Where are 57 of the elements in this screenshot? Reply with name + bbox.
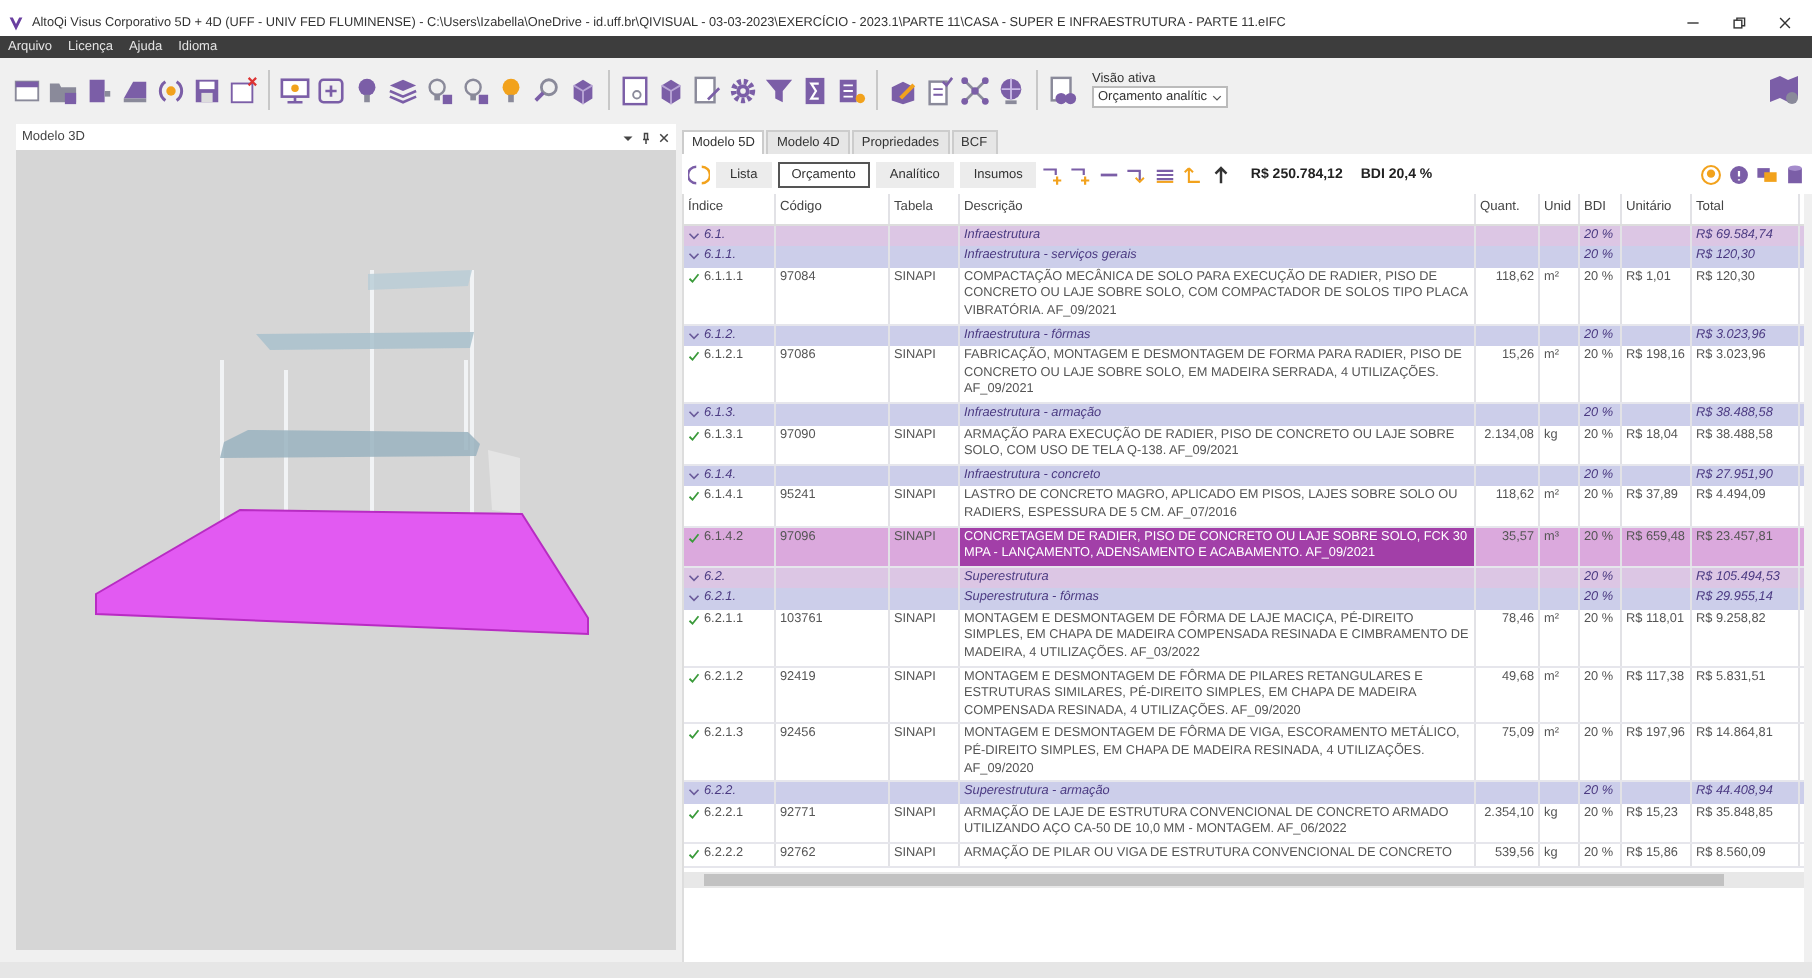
cube-icon[interactable] <box>568 75 598 105</box>
check-icon[interactable] <box>688 671 700 684</box>
chevron-down-icon[interactable] <box>688 329 700 342</box>
info-icon[interactable] <box>1728 163 1750 185</box>
document-icon[interactable] <box>1048 75 1078 105</box>
monitor-icon[interactable] <box>1756 163 1778 185</box>
chevron-down-icon[interactable] <box>688 592 700 605</box>
sum-icon[interactable] <box>800 75 830 105</box>
chevron-down-icon[interactable] <box>688 786 700 799</box>
globe-icon[interactable] <box>996 75 1026 105</box>
frame-icon[interactable] <box>316 75 346 105</box>
minimize-icon[interactable] <box>1686 16 1700 30</box>
document-icon[interactable] <box>620 75 650 105</box>
check-icon[interactable] <box>688 271 700 284</box>
monitor-icon[interactable] <box>280 75 310 105</box>
filter-icon[interactable] <box>764 75 794 105</box>
check-icon[interactable] <box>688 429 700 442</box>
app-logo-icon <box>8 15 24 31</box>
settings-icon[interactable] <box>728 75 758 105</box>
arrow-up-icon[interactable] <box>1210 163 1233 185</box>
document-icon[interactable] <box>228 75 258 105</box>
dropdown-icon[interactable] <box>622 131 634 143</box>
cube-icon[interactable] <box>656 75 686 105</box>
check-icon[interactable] <box>688 848 700 860</box>
caret-icon <box>1211 93 1222 101</box>
chevron-down-icon[interactable] <box>688 469 700 482</box>
database-icon[interactable] <box>836 75 866 105</box>
document-icon[interactable] <box>924 75 954 105</box>
document-icon[interactable] <box>692 75 722 105</box>
check-icon[interactable] <box>688 490 700 503</box>
check-icon[interactable] <box>688 728 700 741</box>
network-icon[interactable] <box>960 75 990 105</box>
horizontal-scrollbar[interactable] <box>684 871 1804 888</box>
search-icon[interactable] <box>532 75 562 105</box>
save-icon[interactable] <box>192 75 222 105</box>
table-row[interactable] <box>684 609 1804 668</box>
layers-icon[interactable] <box>388 75 418 105</box>
check-icon[interactable] <box>688 531 700 543</box>
table-row[interactable] <box>684 267 1804 326</box>
chevron-down-icon[interactable] <box>688 229 700 242</box>
check-icon[interactable] <box>688 807 700 820</box>
close-icon[interactable] <box>658 131 670 143</box>
door-icon[interactable] <box>84 75 114 105</box>
close-icon[interactable] <box>1778 16 1792 30</box>
check-icon[interactable] <box>688 350 700 363</box>
chevron-down-icon[interactable] <box>688 250 700 263</box>
chevron-down-icon[interactable] <box>688 407 700 420</box>
pin-icon[interactable] <box>640 131 652 143</box>
table-row[interactable] <box>684 667 1804 725</box>
map-icon[interactable] <box>1768 74 1800 106</box>
row-add-icon[interactable] <box>1070 163 1093 185</box>
window-icon[interactable] <box>12 75 42 105</box>
chevron-down-icon[interactable] <box>688 571 700 584</box>
cylinder-icon[interactable] <box>1784 163 1806 185</box>
row-add-icon[interactable] <box>1042 163 1065 185</box>
check-icon[interactable] <box>688 613 700 626</box>
restore-icon[interactable] <box>1732 16 1746 30</box>
